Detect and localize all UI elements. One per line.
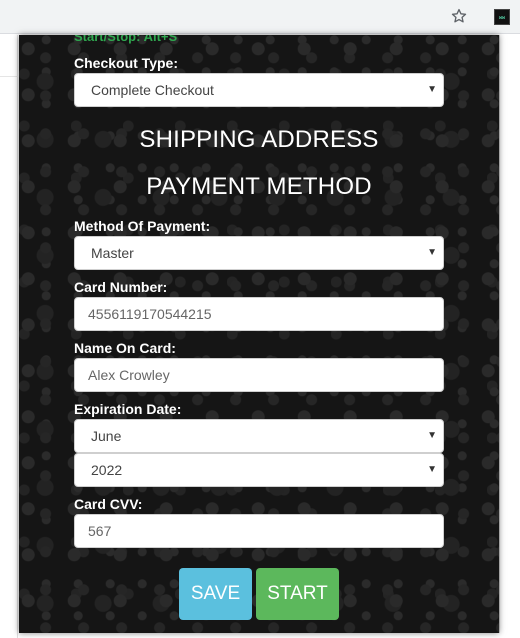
card-number-label: Card Number: [74,279,168,295]
caret-down-icon: ▼ [427,247,437,258]
browser-toolbar: ww [0,0,520,34]
expiration-date-label: Expiration Date: [74,401,182,417]
name-on-card-label: Name On Card: [74,340,176,356]
start-button[interactable]: START [256,568,339,620]
bot-settings-panel: Start/Stop: Alt+S Checkout Type: Complet… [19,35,499,633]
expiration-year-select[interactable]: 2022 ▼ [74,453,444,487]
hotkey-hint: Start/Stop: Alt+S [74,35,178,44]
caret-down-icon: ▼ [427,464,437,475]
save-button[interactable]: SAVE [179,568,252,620]
expiration-month-select[interactable]: June ▼ [74,419,444,453]
bookmark-star-icon[interactable] [450,7,468,25]
caret-down-icon: ▼ [427,430,437,441]
card-number-input[interactable]: 4556119170544215 [74,297,444,331]
card-cvv-value: 567 [88,523,112,539]
expiration-year-value: 2022 [91,462,123,478]
payment-method-select[interactable]: Master ▼ [74,236,444,270]
address-bar[interactable] [0,3,476,31]
checkout-type-label: Checkout Type: [74,55,178,71]
payment-method-heading[interactable]: PAYMENT METHOD [19,173,499,201]
card-cvv-input[interactable]: 567 [74,514,444,548]
checkout-type-select[interactable]: Complete Checkout ▼ [74,73,444,107]
payment-method-value: Master [91,245,134,261]
payment-method-label: Method Of Payment: [74,218,211,234]
page-background-right [499,35,520,633]
name-on-card-input[interactable]: Alex Crowley [74,358,444,392]
checkout-type-value: Complete Checkout [91,82,214,98]
expiration-month-value: June [91,428,122,444]
name-on-card-value: Alex Crowley [88,367,170,383]
page-background [0,35,18,638]
card-number-value: 4556119170544215 [88,306,212,322]
extension-icon[interactable]: ww [494,9,510,25]
shipping-address-heading[interactable]: SHIPPING ADDRESS [19,126,499,154]
caret-down-icon: ▼ [427,84,437,95]
card-cvv-label: Card CVV: [74,496,143,512]
